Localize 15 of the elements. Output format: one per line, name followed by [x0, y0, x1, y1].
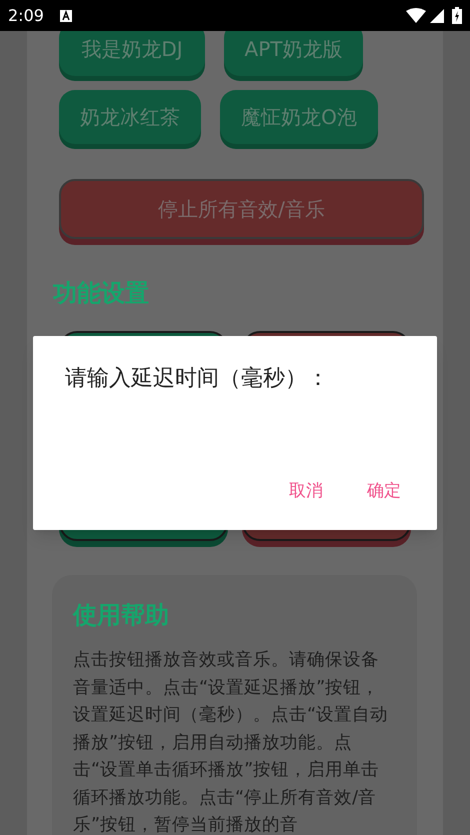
dialog-button[interactable]: 取消 [281, 474, 331, 508]
battery-icon [452, 7, 462, 24]
sound-button[interactable]: 奶龙冰红茶 [59, 90, 201, 144]
signal-icon [430, 8, 444, 22]
sound-button[interactable]: 我是奶龙DJ [59, 31, 205, 76]
notification-icon [60, 10, 72, 22]
time: 2:09 [8, 4, 44, 26]
sound-button[interactable]: APT奶龙版 [224, 31, 363, 76]
section-title: 功能设置 [53, 278, 150, 309]
sound-button[interactable]: 魔怔奶龙O泡 [220, 90, 378, 144]
help-text: 点击按钮播放音效或音乐。请确保设备音量适中。点击“设置延迟播放”按钮，设置延迟时间（毫秒）。点击“设置自动播放”按钮，启用自动播放功能。点击“设置单击循环播放”按钮，启用单击循环播放功能。点击“停止所有音效/音乐”按钮，暂停当前播放的音 [73, 649, 390, 835]
help-title: 使用帮助 [73, 600, 170, 631]
wifi-icon [406, 8, 426, 23]
dialog-title: 请输入延迟时间（毫秒）： [65, 365, 330, 393]
dialog-button[interactable]: 确定 [359, 474, 409, 508]
